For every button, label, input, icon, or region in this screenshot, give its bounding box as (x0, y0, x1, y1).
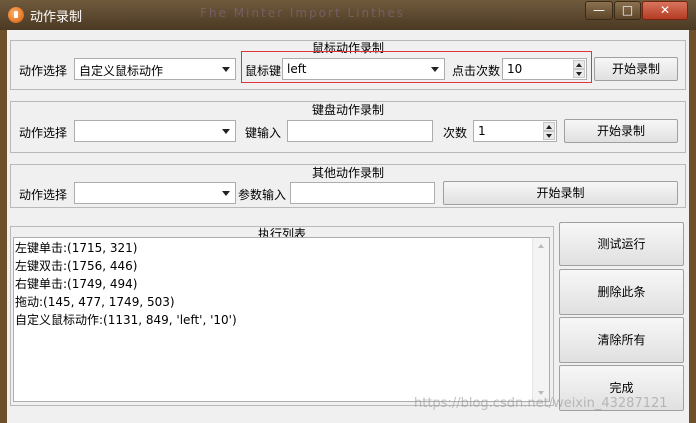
keyboard-action-select[interactable] (74, 120, 236, 142)
list-scrollbar[interactable] (532, 238, 549, 401)
window-client-area: 鼠标动作录制 动作选择 自定义鼠标动作 鼠标键 left 点击次数 10 开始录… (7, 30, 689, 423)
app-icon (8, 7, 24, 23)
list-item[interactable]: 右键单击:(1749, 494) (14, 275, 549, 293)
chevron-down-icon (431, 67, 439, 72)
mouse-key-label: 鼠标键 (245, 64, 282, 78)
other-action-select[interactable] (74, 182, 236, 204)
chevron-down-icon (222, 129, 230, 134)
list-item[interactable]: 左键单击:(1715, 321) (14, 239, 549, 257)
list-item[interactable]: 左键双击:(1756, 446) (14, 257, 549, 275)
keyboard-count-label: 次数 (443, 126, 468, 140)
mouse-action-label: 动作选择 (19, 64, 68, 78)
stepper-down-icon[interactable] (573, 69, 585, 78)
clear-all-button[interactable]: 清除所有 (559, 317, 684, 363)
keyboard-record-title: 键盘动作录制 (311, 103, 384, 117)
chevron-down-icon (222, 67, 230, 72)
other-action-label: 动作选择 (19, 188, 68, 202)
mouse-action-select[interactable]: 自定义鼠标动作 (74, 58, 236, 80)
scroll-down-icon[interactable] (538, 391, 544, 395)
background-window-text: Fhe Minter Import Linthes (200, 6, 406, 20)
window-title: 动作录制 (30, 10, 83, 25)
stepper-up-icon[interactable] (543, 122, 555, 131)
click-count-value: 10 (507, 62, 523, 76)
minimize-button[interactable]: — (585, 1, 613, 20)
stepper-up-icon[interactable] (573, 60, 585, 69)
mouse-key-value: left (287, 62, 307, 76)
list-item[interactable]: 自定义鼠标动作:(1131, 849, 'left', '10') (14, 311, 549, 329)
param-input-field[interactable] (290, 182, 435, 204)
mouse-record-button[interactable]: 开始录制 (594, 57, 678, 81)
test-run-button[interactable]: 测试运行 (559, 222, 684, 266)
execution-list[interactable]: 左键单击:(1715, 321) 左键双击:(1756, 446) 右键单击:(… (13, 237, 550, 402)
maximize-button[interactable]: □ (614, 1, 641, 20)
watermark-text: https://blog.csdn.net/weixin_43287121 (414, 396, 668, 411)
delete-item-button[interactable]: 删除此条 (559, 269, 684, 315)
other-record-title: 其他动作录制 (311, 166, 384, 180)
list-item[interactable]: 拖动:(145, 477, 1749, 503) (14, 293, 549, 311)
key-input-field[interactable] (287, 120, 433, 142)
param-input-label: 参数输入 (238, 188, 287, 202)
keyboard-count-stepper[interactable]: 1 (473, 120, 557, 142)
keyboard-count-value: 1 (478, 124, 486, 138)
mouse-action-value: 自定义鼠标动作 (79, 64, 164, 78)
keyboard-action-label: 动作选择 (19, 126, 68, 140)
mouse-key-select[interactable]: left (282, 58, 445, 80)
scroll-up-icon[interactable] (538, 244, 544, 248)
title-bar[interactable]: Fhe Minter Import Linthes 动作录制 — □ ✕ (0, 0, 696, 30)
chevron-down-icon (222, 191, 230, 196)
keyboard-record-button[interactable]: 开始录制 (564, 119, 678, 143)
other-record-button[interactable]: 开始录制 (443, 181, 678, 205)
click-count-label: 点击次数 (452, 64, 501, 78)
click-count-stepper[interactable]: 10 (502, 58, 587, 80)
close-button[interactable]: ✕ (642, 1, 688, 20)
key-input-label: 键输入 (245, 126, 282, 140)
stepper-down-icon[interactable] (543, 131, 555, 140)
